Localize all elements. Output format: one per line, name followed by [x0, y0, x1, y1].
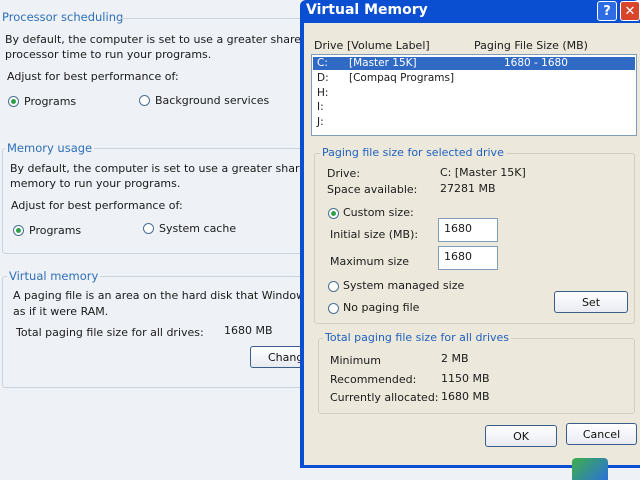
header-volume-label: [Volume Label] [347, 39, 430, 52]
drive-letter: D: [317, 72, 329, 84]
selected-drive-group-title: Paging file size for selected drive [320, 146, 506, 159]
memory-usage-title: Memory usage [5, 141, 95, 155]
drive-letter: I: [317, 101, 324, 113]
memory-adjust-label: Adjust for best performance of: [11, 199, 183, 212]
ok-button[interactable]: OK [485, 425, 557, 447]
virtual-total-value: 1680 MB [224, 324, 273, 337]
custom-size-radio[interactable] [328, 208, 339, 219]
drive-letter: J: [317, 116, 324, 128]
recommended-label: Recommended: [330, 373, 417, 386]
dialog-title: Virtual Memory [306, 2, 428, 18]
drive-row-j[interactable]: J: [313, 116, 635, 129]
help-icon[interactable]: ? [597, 1, 617, 21]
memory-cache-label[interactable]: System cache [159, 222, 236, 235]
recommended-value: 1150 MB [441, 372, 490, 385]
drive-letter: C: [317, 57, 328, 69]
header-paging-size: Paging File Size (MB) [474, 39, 588, 52]
initial-size-label: Initial size (MB): [330, 228, 419, 241]
drive-volume: [Master 15K] [349, 57, 417, 69]
allocated-value: 1680 MB [441, 390, 490, 403]
taskbar-app-icon[interactable] [572, 458, 608, 480]
space-available-label: Space available: [327, 183, 418, 196]
header-drive: Drive [314, 39, 344, 52]
drive-volume: [Compaq Programs] [349, 72, 455, 84]
system-managed-label[interactable]: System managed size [343, 279, 464, 292]
allocated-label: Currently allocated: [330, 391, 439, 404]
drive-size: 1680 - 1680 [504, 57, 568, 69]
processor-desc-line1: By default, the computer is set to use a… [5, 33, 316, 46]
total-paging-group-title: Total paging file size for all drives [323, 331, 512, 344]
processor-scheduling-title: Processor scheduling [2, 10, 124, 24]
custom-size-label[interactable]: Custom size: [343, 206, 414, 219]
drive-row-d[interactable]: D: [Compaq Programs] [313, 72, 635, 85]
maximum-size-input[interactable]: 1680 [438, 246, 498, 270]
processor-programs-label[interactable]: Programs [24, 95, 76, 108]
processor-programs-radio[interactable] [8, 96, 19, 107]
drive-value: C: [Master 15K] [440, 166, 526, 179]
close-icon[interactable]: ✕ [620, 1, 640, 21]
memory-cache-radio[interactable] [143, 223, 154, 234]
space-available-value: 27281 MB [440, 182, 496, 195]
system-managed-radio[interactable] [328, 281, 339, 292]
no-paging-label[interactable]: No paging file [343, 301, 419, 314]
memory-desc-line1: By default, the computer is set to use a… [10, 162, 321, 175]
processor-background-label[interactable]: Background services [155, 94, 269, 107]
initial-size-input[interactable]: 1680 [438, 218, 498, 242]
memory-programs-radio[interactable] [13, 225, 24, 236]
minimum-label: Minimum [330, 354, 381, 367]
virtual-desc-line2: as if it were RAM. [13, 305, 109, 318]
virtual-total-label: Total paging file size for all drives: [16, 326, 204, 339]
memory-programs-label[interactable]: Programs [29, 224, 81, 237]
processor-adjust-label: Adjust for best performance of: [7, 70, 179, 83]
virtual-desc-line1: A paging file is an area on the hard dis… [13, 289, 322, 302]
drive-letter: H: [317, 87, 329, 99]
processor-desc-line2: processor time to run your programs. [5, 48, 212, 61]
virtual-memory-title: Virtual memory [7, 269, 101, 283]
drive-row-c[interactable]: C: [Master 15K] 1680 - 1680 [313, 57, 635, 70]
maximum-size-label: Maximum size [330, 255, 410, 268]
group-divider [120, 18, 300, 19]
drive-row-h[interactable]: H: [313, 87, 635, 100]
set-button[interactable]: Set [554, 291, 628, 313]
drive-label: Drive: [327, 167, 361, 180]
cancel-button[interactable]: Cancel [566, 423, 637, 445]
processor-background-radio[interactable] [139, 95, 150, 106]
minimum-value: 2 MB [441, 352, 469, 365]
no-paging-radio[interactable] [328, 303, 339, 314]
memory-desc-line2: memory to run your programs. [10, 177, 181, 190]
drive-row-i[interactable]: I: [313, 101, 635, 114]
